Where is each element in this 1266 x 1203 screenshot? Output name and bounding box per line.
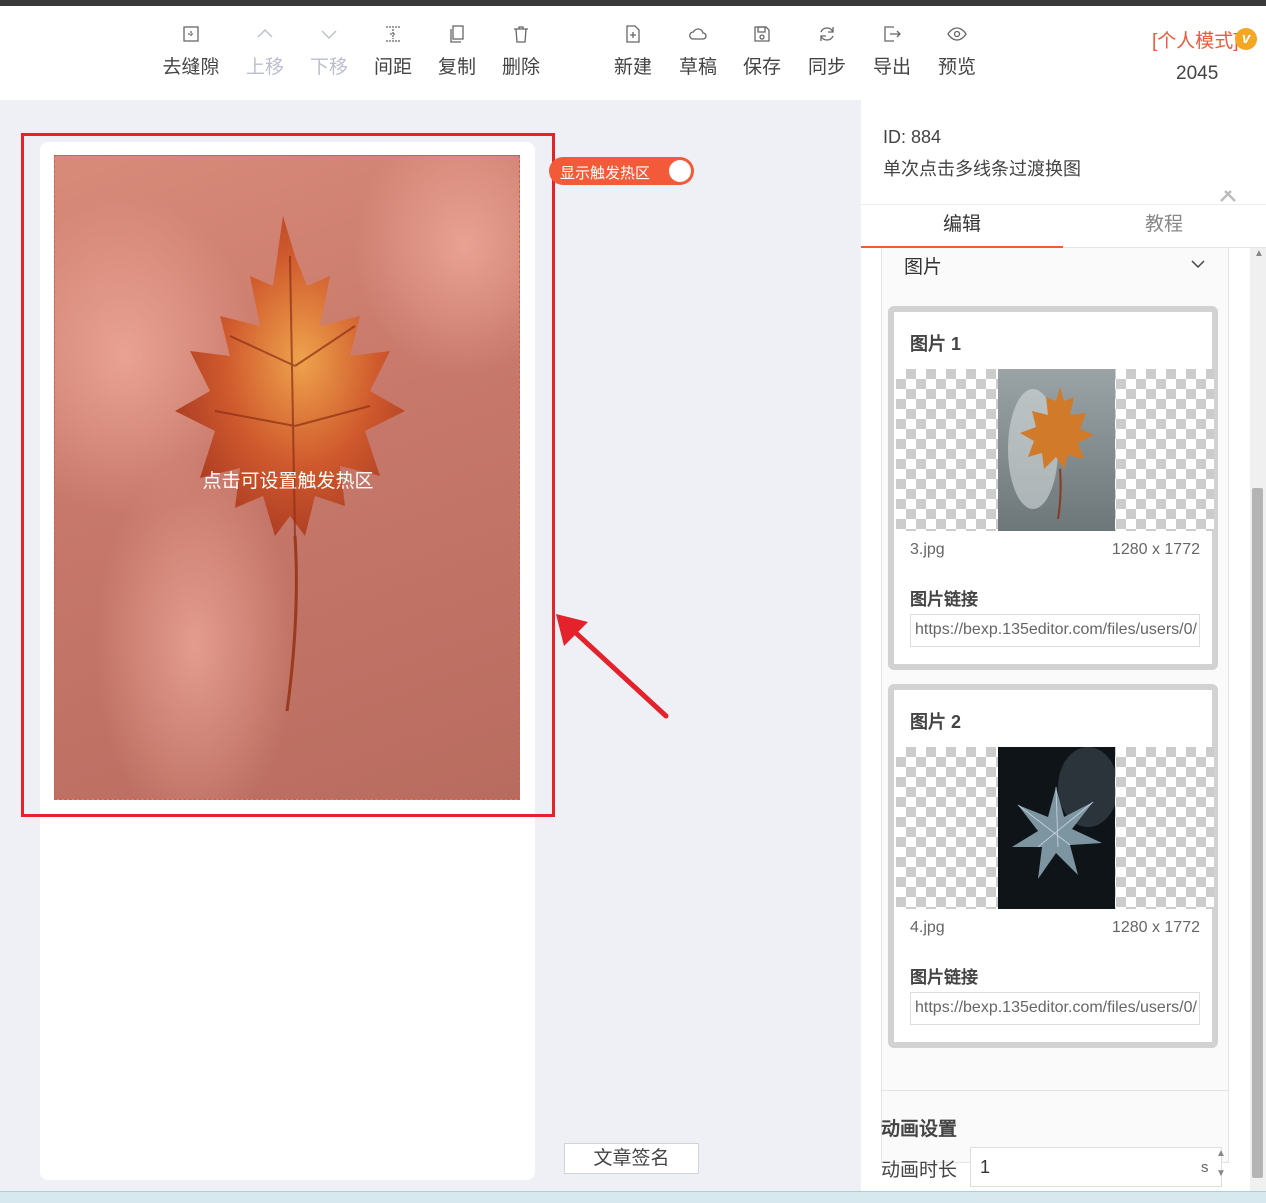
- eye-icon: [925, 24, 989, 50]
- new-button[interactable]: 新建: [601, 24, 665, 79]
- highlight-frame: [21, 133, 555, 817]
- copy-label: 复制: [437, 57, 476, 78]
- save-icon: [730, 24, 794, 50]
- chevron-up-icon: [233, 24, 297, 50]
- image-preview[interactable]: [896, 747, 1214, 909]
- panel-scrollbar[interactable]: ▲: [1250, 248, 1266, 1191]
- image-link-input[interactable]: https://bexp.135editor.com/files/users/0…: [910, 614, 1200, 647]
- export-icon: [860, 24, 924, 50]
- mode-number: 2045: [1176, 63, 1219, 84]
- image-preview[interactable]: [896, 369, 1214, 531]
- annotation-arrow-icon: [556, 614, 669, 719]
- new-label: 新建: [613, 57, 652, 78]
- sync-button[interactable]: 同步: [795, 24, 859, 79]
- image-dimensions: 1280 x 1772: [1111, 919, 1200, 936]
- move-down-button[interactable]: 下移: [297, 24, 361, 79]
- spacing-label: 间距: [373, 57, 412, 78]
- image-file-name: 3.jpg: [910, 541, 945, 558]
- animation-settings-title: 动画设置: [881, 1119, 958, 1140]
- delete-button[interactable]: 删除: [489, 24, 553, 79]
- component-id: ID: 884: [883, 127, 942, 147]
- sync-label: 同步: [807, 57, 846, 78]
- save-button[interactable]: 保存: [730, 24, 794, 79]
- move-up-button[interactable]: 上移: [233, 24, 297, 79]
- save-label: 保存: [742, 57, 781, 78]
- export-label: 导出: [872, 57, 911, 78]
- image-link-label: 图片链接: [910, 590, 978, 609]
- chevron-down-icon: [297, 24, 361, 50]
- delete-label: 删除: [501, 57, 540, 78]
- section-divider: [881, 1090, 1229, 1091]
- copy-icon: [425, 24, 489, 50]
- image-link-input[interactable]: https://bexp.135editor.com/files/users/0…: [910, 992, 1200, 1025]
- move-up-label: 上移: [245, 57, 284, 78]
- image-card-title: 图片 1: [910, 334, 962, 354]
- duration-unit: s: [1201, 1159, 1209, 1176]
- leaf-thumbnail-image: [998, 369, 1115, 531]
- image-dimensions: 1280 x 1772: [1111, 541, 1200, 558]
- sync-icon: [795, 24, 859, 50]
- window-bottom-strip: [0, 1191, 1266, 1203]
- new-file-icon: [601, 24, 665, 50]
- draft-label: 草稿: [678, 57, 717, 78]
- remove-gap-button[interactable]: 去缝隙: [159, 24, 223, 79]
- export-button[interactable]: 导出: [860, 24, 924, 79]
- image-section-title: 图片: [904, 257, 943, 278]
- editor-toolbar: 去缝隙 上移 下移 间距 复制 删除 新建 草稿 保存 同步 导出 预览 [个人…: [0, 6, 1266, 100]
- chevron-down-icon[interactable]: [1190, 256, 1206, 272]
- tools-icon[interactable]: [1219, 189, 1237, 203]
- panel-tabs: 编辑 教程: [861, 204, 1266, 248]
- image-link-label: 图片链接: [910, 968, 978, 987]
- animation-duration-input[interactable]: 1 s: [970, 1147, 1222, 1187]
- cloud-icon: [666, 24, 730, 50]
- image-card-title: 图片 2: [910, 712, 962, 732]
- move-down-label: 下移: [309, 57, 348, 78]
- remove-gap-label: 去缝隙: [162, 57, 220, 78]
- trash-icon: [489, 24, 553, 50]
- preview-button[interactable]: 预览: [925, 24, 989, 79]
- vip-badge-icon: v: [1235, 28, 1257, 50]
- image-file-name: 4.jpg: [910, 919, 945, 936]
- toggle-label: 显示触发热区: [560, 165, 651, 182]
- scroll-up-icon[interactable]: ▲: [1254, 248, 1264, 259]
- tab-tutorial[interactable]: 教程: [1063, 205, 1265, 248]
- image-section: 图片 图片 1 3.jpg 1280 x 1772 图片链接 https://b…: [881, 248, 1229, 1163]
- draft-button[interactable]: 草稿: [666, 24, 730, 79]
- image-card-1: 图片 1 3.jpg 1280 x 1772 图片链接 https://bexp…: [888, 306, 1218, 670]
- personal-mode-link[interactable]: [个人模式]: [1152, 26, 1239, 53]
- image-card-2: 图片 2 4.jpg 1280 x 1772 图片链接 https://bexp…: [888, 684, 1218, 1048]
- component-name: 单次点击多线条过渡换图: [883, 159, 1081, 179]
- article-signature-button[interactable]: 文章签名: [564, 1143, 699, 1174]
- stepper-arrows-icon[interactable]: ▲ ▼: [1216, 1144, 1226, 1184]
- spacing-button[interactable]: 间距: [361, 24, 425, 79]
- animation-duration-label: 动画时长: [881, 1160, 958, 1181]
- properties-panel: ID: 884 单次点击多线条过渡换图 编辑 教程 图片 图片 1 3.jpg …: [861, 100, 1266, 1191]
- spacing-icon: [361, 24, 425, 50]
- preview-label: 预览: [937, 57, 976, 78]
- ice-crystal-thumbnail-image: [998, 747, 1115, 909]
- grid-icon: [159, 24, 223, 50]
- toggle-knob: [669, 160, 691, 182]
- scrollbar-thumb[interactable]: [1252, 488, 1263, 1178]
- show-hotzone-toggle[interactable]: 显示触发热区: [549, 157, 694, 185]
- tab-edit[interactable]: 编辑: [861, 205, 1063, 248]
- copy-button[interactable]: 复制: [425, 24, 489, 79]
- duration-value: 1: [980, 1157, 991, 1177]
